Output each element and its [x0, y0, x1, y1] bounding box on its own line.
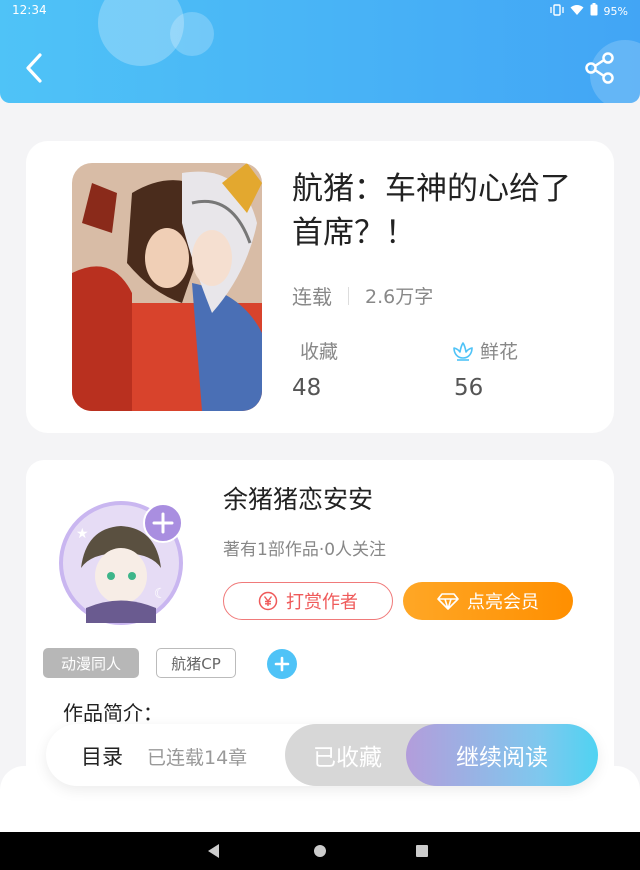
favorites-label: 收藏	[300, 337, 338, 364]
continue-reading-label: 继续阅读	[456, 745, 548, 771]
status-time: 12:34	[12, 3, 47, 17]
vip-button[interactable]: 点亮会员	[403, 582, 573, 620]
tip-author-label: 打赏作者	[286, 592, 358, 613]
nav-recents-icon[interactable]	[416, 845, 428, 857]
share-icon	[585, 52, 614, 84]
battery-icon	[590, 3, 598, 19]
chevron-left-icon	[26, 53, 42, 83]
author-name[interactable]: 余猪猪恋安安	[223, 480, 373, 516]
book-title: 航猪：车神的心给了首席？！	[292, 171, 571, 251]
follow-author-button[interactable]	[142, 502, 184, 544]
plus-icon	[274, 656, 290, 672]
favorited-label: 已收藏	[313, 745, 382, 771]
yen-coin-icon	[258, 591, 278, 611]
author-summary: 著有1部作品·0人关注	[223, 540, 387, 560]
book-cover-image[interactable]	[72, 163, 262, 411]
wifi-icon	[570, 4, 584, 19]
book-info-card: 航猪：车神的心给了首席？！ 连载 2.6万字 收藏 48 鲜花 56	[26, 141, 614, 433]
tip-author-button[interactable]: 打赏作者	[223, 582, 393, 620]
header: 12:34 95%	[0, 0, 640, 103]
nav-back-icon[interactable]	[208, 844, 219, 858]
svg-text:☾: ☾	[154, 586, 167, 602]
tag-item[interactable]: 航猪CP	[156, 648, 236, 678]
flowers-label-text: 鲜花	[480, 341, 519, 363]
system-nav-bar	[0, 832, 640, 870]
tag-item[interactable]: 动漫同人	[43, 648, 139, 678]
vibrate-icon	[549, 3, 564, 19]
book-status: 连载	[292, 285, 332, 309]
divider	[348, 286, 349, 305]
intro-label: 作品简介：	[63, 701, 163, 725]
flowers-count: 56	[454, 375, 484, 401]
share-button[interactable]	[582, 50, 618, 86]
bottom-action-bar: 目录 已连载14章 已收藏 继续阅读	[46, 724, 598, 786]
flowers-button[interactable]: 鲜花	[452, 337, 518, 364]
chapter-count[interactable]: 已连载14章	[147, 743, 247, 770]
toc-button[interactable]: 目录	[81, 741, 123, 771]
flower-icon	[453, 341, 473, 361]
back-button[interactable]	[20, 50, 50, 86]
status-icons: 95%	[549, 3, 628, 19]
favorites-count: 48	[292, 375, 322, 401]
word-count: 2.6万字	[365, 286, 434, 308]
continue-reading-button[interactable]: 继续阅读	[406, 724, 598, 786]
favorites-label-text: 收藏	[300, 341, 339, 363]
svg-text:★: ★	[76, 526, 89, 542]
nav-home-icon[interactable]	[314, 845, 326, 857]
add-tag-button[interactable]	[267, 649, 297, 679]
vip-label: 点亮会员	[467, 592, 539, 613]
diamond-icon	[437, 593, 459, 610]
book-meta: 连载 2.6万字	[292, 281, 433, 310]
battery-percent: 95%	[603, 4, 628, 18]
status-bar: 12:34 95%	[0, 0, 640, 22]
